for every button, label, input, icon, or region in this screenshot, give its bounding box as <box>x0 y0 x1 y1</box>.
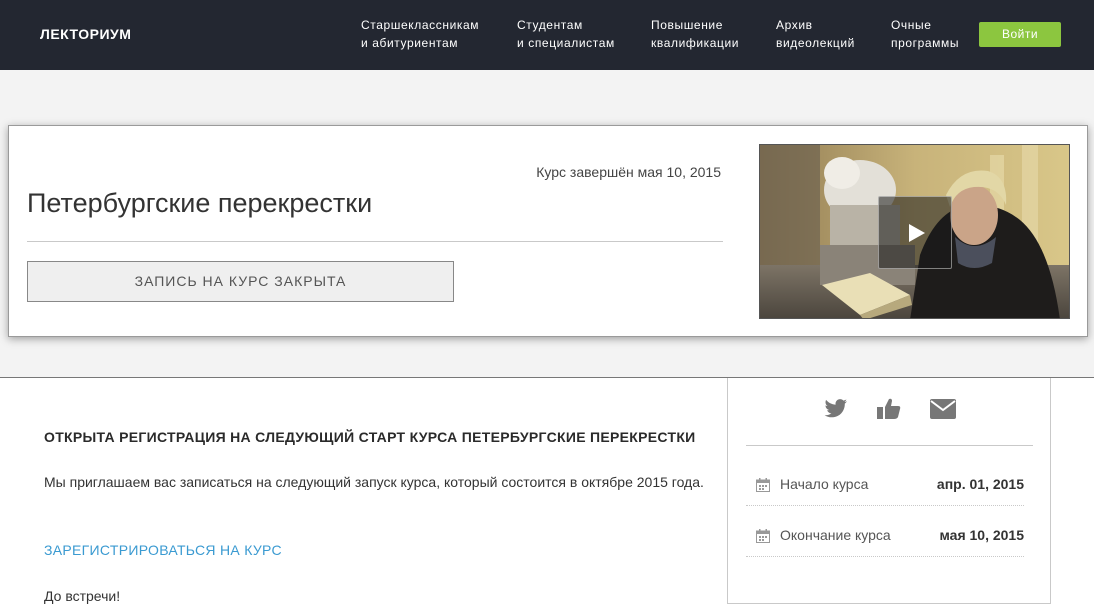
nav-item-students[interactable]: Студентам и специалистам <box>517 16 615 52</box>
nav-item-label: Старшеклассникам <box>361 18 480 32</box>
course-start-row: Начало курса апр. 01, 2015 <box>756 475 1024 495</box>
nav-item-sublabel: и специалистам <box>517 36 615 50</box>
course-start-date: апр. 01, 2015 <box>936 476 1024 492</box>
twitter-icon[interactable] <box>824 398 848 425</box>
nav-item-sublabel: квалификации <box>651 36 740 50</box>
farewell-text: До встречи! <box>44 588 121 604</box>
play-button[interactable] <box>878 196 952 269</box>
divider <box>746 445 1033 446</box>
course-details-section: ОТКРЫТА РЕГИСТРАЦИЯ НА СЛЕДУЮЩИЙ СТАРТ К… <box>0 377 1094 612</box>
login-button[interactable]: Войти <box>979 22 1061 47</box>
nav-item-high-school[interactable]: Старшеклассникам и абитуриентам <box>361 16 479 52</box>
divider <box>746 505 1024 506</box>
course-end-date: мая 10, 2015 <box>939 527 1024 543</box>
play-icon <box>909 224 925 242</box>
course-info-sidebar: Начало курса апр. 01, 2015 Окончание кур… <box>727 378 1051 604</box>
nav-item-sublabel: программы <box>891 36 960 50</box>
register-course-link[interactable]: ЗАРЕГИСТРИРОВАТЬСЯ НА КУРС <box>44 542 282 558</box>
calendar-icon <box>756 529 770 543</box>
course-hero-card: Курс завершён мая 10, 2015 Петербургские… <box>8 125 1088 337</box>
nav-item-label: Повышение <box>651 18 724 32</box>
nav-item-archive[interactable]: Архив видеолекций <box>776 16 855 52</box>
nav-item-label: Очные <box>891 18 932 32</box>
nav-item-offline-programs[interactable]: Очные программы <box>891 16 959 52</box>
nav-item-qualification[interactable]: Повышение квалификации <box>651 16 739 52</box>
course-video-thumbnail[interactable] <box>759 144 1070 319</box>
course-end-status: Курс завершён мая 10, 2015 <box>536 164 721 180</box>
nav-item-sublabel: видеолекций <box>776 36 855 50</box>
course-title: Петербургские перекрестки <box>27 188 373 218</box>
course-end-row: Окончание курса мая 10, 2015 <box>756 526 1024 546</box>
course-end-label: Окончание курса <box>780 527 891 543</box>
divider <box>27 241 723 242</box>
thumbs-up-icon[interactable] <box>877 398 901 425</box>
nav-item-label: Студентам <box>517 18 583 32</box>
nav-item-label: Архив <box>776 18 813 32</box>
announcement-title: ОТКРЫТА РЕГИСТРАЦИЯ НА СЛЕДУЮЩИЙ СТАРТ К… <box>44 429 696 445</box>
enroll-closed-button[interactable]: ЗАПИСЬ НА КУРС ЗАКРЫТА <box>27 261 454 302</box>
site-logo[interactable]: ЛЕКТОРИУМ <box>40 26 131 42</box>
nav-item-sublabel: и абитуриентам <box>361 36 459 50</box>
divider <box>746 556 1024 557</box>
envelope-icon[interactable] <box>930 398 956 425</box>
announcement-text: Мы приглашаем вас записаться на следующи… <box>44 474 704 490</box>
course-start-label: Начало курса <box>780 476 869 492</box>
top-navigation-bar: ЛЕКТОРИУМ Старшеклассникам и абитуриента… <box>0 0 1094 70</box>
calendar-icon <box>756 478 770 492</box>
